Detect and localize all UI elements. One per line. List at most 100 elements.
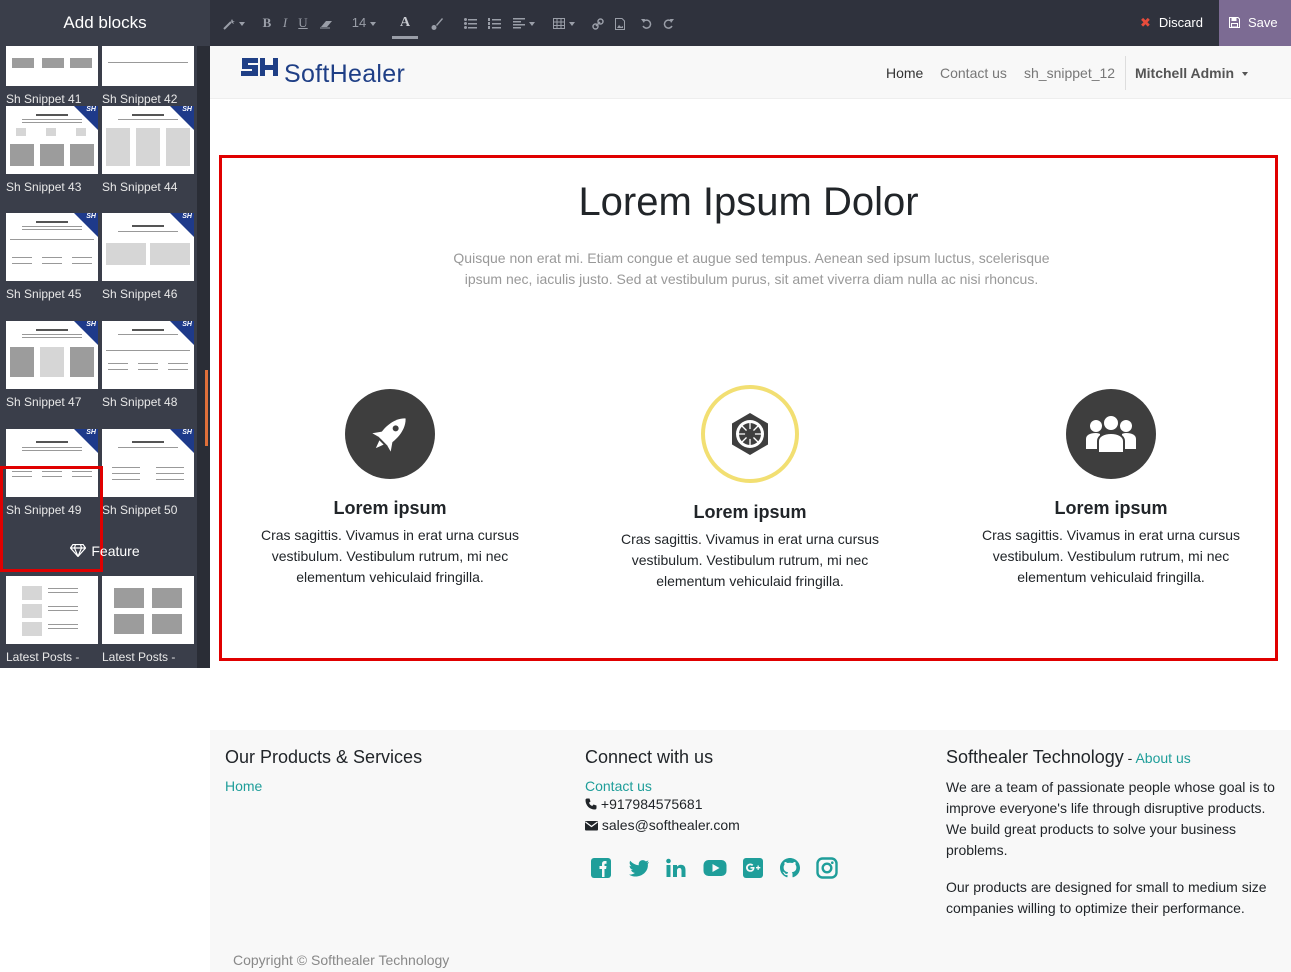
snippet-panel: Sh Snippet 41 Sh Snippet 42 SH Sh Snippe… [0,46,210,668]
snippet-thumbnail: SH [102,429,194,497]
discard-label: Discard [1158,15,1203,30]
snippet-thumbnail: SH [102,213,194,281]
snippet-thumbnail: SH [102,106,194,174]
undo-icon[interactable] [638,10,654,36]
floppy-icon [1229,17,1240,28]
align-dropdown-icon[interactable] [510,10,538,36]
footer-phone: +917984575681 [585,794,915,815]
github-icon[interactable] [779,857,801,879]
save-label: Save [1248,15,1278,30]
snippet-thumbnail: SH [6,321,98,389]
nav-link-home[interactable]: Home [886,65,923,81]
image-file-icon[interactable] [612,10,628,36]
latest-posts-snippet-2[interactable]: Latest Posts - [102,576,194,664]
feature-card: Lorem ipsum Cras sagittis. Vivamus in er… [620,385,880,592]
snippet-label: Sh Snippet 47 [6,395,82,409]
user-menu[interactable]: Mitchell Admin [1125,56,1249,90]
footer-company-heading: Softhealer Technology - About us [946,747,1281,769]
table-icon[interactable] [550,10,578,36]
copyright-text: Copyright © Softhealer Technology [233,952,450,968]
discard-button[interactable]: ✖ Discard [1128,0,1218,46]
magic-wand-icon[interactable] [222,10,246,36]
feature-text[interactable]: Cras sagittis. Vivamus in erat urna curs… [981,525,1241,588]
snippet-label: Latest Posts - [6,650,80,664]
feature-text[interactable]: Cras sagittis. Vivamus in erat urna curs… [260,525,520,588]
brush-icon[interactable] [428,10,446,36]
snippet-thumbnail [6,576,98,644]
snippet-48[interactable]: SH Sh Snippet 48 [102,321,194,409]
feature-title[interactable]: Lorem ipsum [620,502,880,523]
feature-text[interactable]: Cras sagittis. Vivamus in erat urna curs… [620,529,880,592]
nav-link-snippet[interactable]: sh_snippet_12 [1024,65,1115,81]
footer-heading: Connect with us [585,747,714,767]
snippet-label: Latest Posts - [102,650,176,664]
feature-category-heading: Feature [0,543,210,559]
snippet-46[interactable]: SH Sh Snippet 46 [102,213,194,301]
section-subtitle[interactable]: Quisque non erat mi. Etiam congue et aug… [440,248,1063,290]
latest-posts-snippet-1[interactable]: Latest Posts - [6,576,98,664]
about-paragraph-2: Our products are designed for small to m… [946,879,1267,916]
snippet-44[interactable]: SH Sh Snippet 44 [102,106,194,194]
users-icon [1066,389,1156,479]
section-title[interactable]: Lorem Ipsum Dolor [219,180,1278,225]
snippet-47[interactable]: SH Sh Snippet 47 [6,321,98,409]
redo-icon[interactable] [660,10,676,36]
save-button[interactable]: Save [1219,0,1291,46]
snippet-thumbnail: SH [102,321,194,389]
google-plus-icon[interactable] [742,857,764,879]
font-color-icon[interactable]: A [392,10,418,39]
instagram-icon[interactable] [816,857,838,879]
twitter-icon[interactable] [628,857,650,879]
feature-title[interactable]: Lorem ipsum [981,498,1241,519]
snippet-41[interactable]: Sh Snippet 41 [6,46,98,106]
youtube-icon[interactable] [703,857,727,879]
nav-link-contact[interactable]: Contact us [940,65,1007,81]
bold-icon[interactable]: B [260,10,274,36]
snippet-label: Sh Snippet 45 [6,287,82,301]
phone-icon [585,798,597,810]
footer-link-about[interactable]: About us [1135,750,1190,766]
footer-heading: Our Products & Services [225,747,423,767]
link-icon[interactable] [590,10,606,36]
snippet-50[interactable]: SH Sh Snippet 50 [102,429,194,517]
panel-resize-handle[interactable] [205,370,208,446]
envelope-icon [585,821,598,831]
eraser-icon[interactable] [318,10,336,36]
softhealer-logo[interactable]: SoftHealer [240,54,405,88]
heading-separator: - [1123,750,1136,766]
underline-icon[interactable]: U [296,10,310,36]
logo-text: SoftHealer [284,60,406,88]
snippet-45[interactable]: SH Sh Snippet 45 [6,213,98,301]
snippet-43[interactable]: SH Sh Snippet 43 [6,106,98,194]
chevron-down-icon [1242,72,1249,77]
feature-label: Feature [91,543,140,559]
snippet-thumbnail: SH [6,106,98,174]
font-size-value: 14 [351,15,367,30]
snippet-label: Sh Snippet 50 [102,503,178,517]
feature-title[interactable]: Lorem ipsum [260,498,520,519]
footer-products-column: Our Products & Services Home [225,747,555,794]
site-navbar: SoftHealer Home Contact us sh_snippet_12… [210,46,1291,99]
bullet-list-icon[interactable] [462,10,478,36]
feature-card: Lorem ipsum Cras sagittis. Vivamus in er… [260,389,520,588]
italic-icon[interactable]: I [278,10,292,36]
diamond-icon [70,543,87,559]
facebook-icon[interactable] [590,857,612,879]
footer-link-home[interactable]: Home [225,778,555,794]
feature-card: Lorem ipsum Cras sagittis. Vivamus in er… [981,389,1241,588]
snippet-label: Sh Snippet 46 [102,287,178,301]
snippet-label: Sh Snippet 42 [102,92,178,106]
about-paragraph-1: We are a team of passionate people whose… [946,779,1275,858]
snippet-thumbnail [102,46,194,86]
font-size-dropdown[interactable]: 14 [348,10,380,36]
snippet-42[interactable]: Sh Snippet 42 [102,46,194,106]
format-tools: B I U 14 A [210,0,910,46]
empire-icon [701,385,799,483]
footer-email: sales@softhealer.com [585,815,915,836]
linkedin-icon[interactable] [665,857,687,879]
numbered-list-icon[interactable] [486,10,502,36]
snippet-label: Sh Snippet 43 [6,180,82,194]
panel-scrollbar[interactable] [197,46,210,668]
snippet-label: Sh Snippet 48 [102,395,178,409]
footer-link-contact[interactable]: Contact us [585,778,915,794]
